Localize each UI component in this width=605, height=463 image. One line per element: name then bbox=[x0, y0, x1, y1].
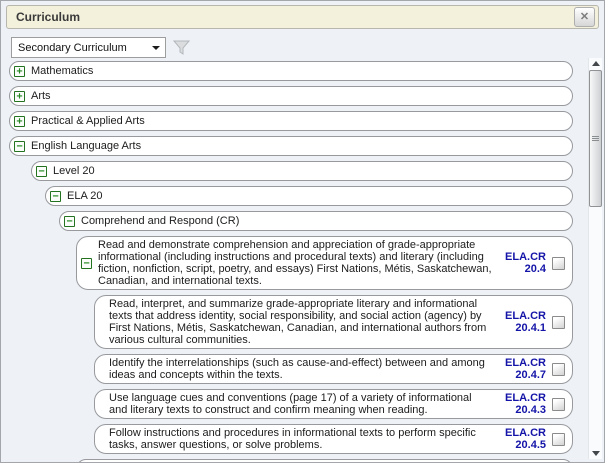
outcome-text: Identify the interrelationships (such as… bbox=[109, 357, 492, 381]
outcome-code-subject: ELA.CR bbox=[498, 310, 546, 322]
tree-item-label: ELA 20 bbox=[67, 190, 102, 202]
scroll-up-icon[interactable] bbox=[592, 61, 600, 66]
curriculum-type-dropdown[interactable]: Secondary Curriculum bbox=[11, 37, 166, 58]
chevron-down-icon bbox=[152, 46, 160, 50]
tree-item-arts[interactable]: + Arts bbox=[9, 86, 573, 106]
outcome-text: Read and demonstrate comprehension and a… bbox=[98, 239, 492, 287]
outcome-code-number: 20.4.5 bbox=[498, 439, 546, 451]
tree-item-label: Mathematics bbox=[31, 65, 93, 77]
tree-item-mathematics[interactable]: + Mathematics bbox=[9, 61, 573, 81]
toolbar: Secondary Curriculum bbox=[11, 37, 190, 58]
outcome-code: ELA.CR 20.4.5 bbox=[498, 427, 546, 451]
outcome-item-20-4-5[interactable]: Follow instructions and procedures in in… bbox=[94, 424, 573, 454]
scroll-down-icon[interactable] bbox=[592, 451, 600, 456]
outcome-code: ELA.CR 20.4.1 bbox=[498, 310, 546, 334]
expand-icon[interactable]: + bbox=[14, 66, 25, 77]
outcome-code-subject: ELA.CR bbox=[498, 427, 546, 439]
tree-item-label: Comprehend and Respond (CR) bbox=[81, 215, 239, 227]
outcome-text: Follow instructions and procedures in in… bbox=[109, 427, 492, 451]
outcome-item-20-4[interactable]: − Read and demonstrate comprehension and… bbox=[76, 236, 573, 290]
outcome-item-20-4-1[interactable]: Read, interpret, and summarize grade-app… bbox=[94, 295, 573, 349]
expand-icon[interactable]: + bbox=[14, 91, 25, 102]
close-button[interactable]: ✕ bbox=[574, 7, 595, 27]
close-icon: ✕ bbox=[580, 12, 589, 23]
outcome-checkbox[interactable] bbox=[552, 363, 565, 376]
outcome-item-20-4-7[interactable]: Identify the interrelationships (such as… bbox=[94, 354, 573, 384]
outcome-text: Use language cues and conventions (page … bbox=[109, 392, 492, 416]
outcome-checkbox[interactable] bbox=[552, 316, 565, 329]
dropdown-selected-value: Secondary Curriculum bbox=[18, 42, 127, 54]
tree-item-partial[interactable] bbox=[76, 459, 573, 463]
tree-item-label: Level 20 bbox=[53, 165, 95, 177]
tree-item-comprehend-and-respond[interactable]: − Comprehend and Respond (CR) bbox=[59, 211, 573, 231]
tree-item-practical-applied-arts[interactable]: + Practical & Applied Arts bbox=[9, 111, 573, 131]
collapse-icon[interactable]: − bbox=[81, 258, 92, 269]
outcome-code-subject: ELA.CR bbox=[498, 392, 546, 404]
outcome-code: ELA.CR 20.4 bbox=[498, 251, 546, 275]
collapse-icon[interactable]: − bbox=[36, 166, 47, 177]
collapse-icon[interactable]: − bbox=[14, 141, 25, 152]
panel-header: Curriculum ✕ bbox=[6, 5, 599, 29]
tree-item-label: Practical & Applied Arts bbox=[31, 115, 145, 127]
outcome-code-number: 20.4.3 bbox=[498, 404, 546, 416]
scrollbar-thumb[interactable] bbox=[589, 70, 602, 207]
expand-icon[interactable]: + bbox=[14, 116, 25, 127]
outcome-item-20-4-3[interactable]: Use language cues and conventions (page … bbox=[94, 389, 573, 419]
tree-item-label: Arts bbox=[31, 90, 51, 102]
outcome-code: ELA.CR 20.4.3 bbox=[498, 392, 546, 416]
outcome-text: Read, interpret, and summarize grade-app… bbox=[109, 298, 492, 346]
scrollbar-grip-icon bbox=[592, 136, 599, 137]
curriculum-panel: Curriculum ✕ Secondary Curriculum + Math… bbox=[0, 0, 605, 463]
vertical-scrollbar[interactable] bbox=[588, 58, 602, 459]
tree-item-label: English Language Arts bbox=[31, 140, 141, 152]
panel-title: Curriculum bbox=[16, 10, 80, 24]
outcome-checkbox[interactable] bbox=[552, 398, 565, 411]
outcome-code-subject: ELA.CR bbox=[498, 251, 546, 263]
outcome-checkbox[interactable] bbox=[552, 433, 565, 446]
outcome-checkbox[interactable] bbox=[552, 257, 565, 270]
tree-item-ela-20[interactable]: − ELA 20 bbox=[45, 186, 573, 206]
curriculum-tree: + Mathematics + Arts + Practical & Appli… bbox=[6, 58, 573, 463]
tree-item-level-20[interactable]: − Level 20 bbox=[31, 161, 573, 181]
filter-icon[interactable] bbox=[173, 40, 190, 56]
outcome-code-number: 20.4.7 bbox=[498, 369, 546, 381]
outcome-code: ELA.CR 20.4.7 bbox=[498, 357, 546, 381]
outcome-code-number: 20.4.1 bbox=[498, 322, 546, 334]
tree-item-english-language-arts[interactable]: − English Language Arts bbox=[9, 136, 573, 156]
outcome-code-subject: ELA.CR bbox=[498, 357, 546, 369]
collapse-icon[interactable]: − bbox=[64, 216, 75, 227]
collapse-icon[interactable]: − bbox=[50, 191, 61, 202]
outcome-code-number: 20.4 bbox=[498, 263, 546, 275]
